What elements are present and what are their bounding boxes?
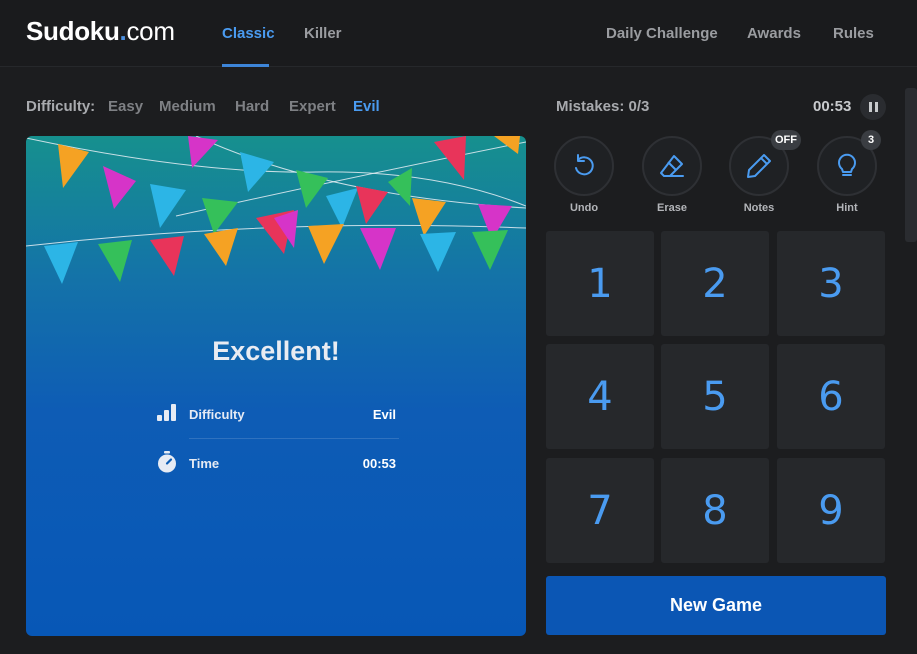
- notes-label: Notes: [743, 202, 775, 214]
- numpad-key-5[interactable]: 5: [661, 344, 769, 449]
- numpad-key-3[interactable]: 3: [777, 231, 885, 336]
- stat-time-label: Time: [189, 456, 220, 471]
- difficulty-evil[interactable]: Evil: [353, 98, 380, 115]
- difficulty-medium[interactable]: Medium: [159, 98, 216, 115]
- new-game-button[interactable]: New Game: [546, 576, 886, 635]
- nav-rules[interactable]: Rules: [833, 25, 874, 42]
- difficulty-expert[interactable]: Expert: [289, 98, 336, 115]
- notes-button[interactable]: OFF Notes: [729, 130, 801, 214]
- stat-time: Time 00:53: [156, 449, 396, 479]
- numpad-key-7[interactable]: 7: [546, 458, 654, 563]
- pause-icon: [867, 102, 879, 112]
- hint-label: Hint: [836, 202, 858, 214]
- stat-time-value: 00:53: [362, 456, 396, 471]
- logo-text: Sudoku: [26, 16, 120, 46]
- numpad-key-4[interactable]: 4: [546, 344, 654, 449]
- mistakes-counter: Mistakes: 0/3: [556, 98, 650, 115]
- stat-difficulty-value: Evil: [372, 407, 396, 422]
- undo-label: Undo: [569, 202, 599, 214]
- eraser-icon: [660, 155, 684, 177]
- erase-circle[interactable]: [642, 136, 702, 196]
- bunting-decoration: [26, 136, 526, 284]
- pencil-icon: [747, 154, 771, 178]
- game-timer: 00:53: [813, 98, 852, 115]
- numpad-key-1[interactable]: 1: [546, 231, 654, 336]
- numpad-key-9[interactable]: 9: [777, 458, 885, 563]
- stat-divider: [189, 438, 399, 439]
- lightbulb-icon: [838, 153, 856, 176]
- numpad-key-8[interactable]: 8: [661, 458, 769, 563]
- difficulty-label: Difficulty:: [26, 98, 96, 115]
- hint-badge: 3: [861, 130, 881, 150]
- scrollbar-thumb[interactable]: [905, 88, 917, 242]
- signal-bars-icon: [156, 402, 178, 427]
- tab-killer[interactable]: Killer: [304, 25, 342, 42]
- difficulty-hard[interactable]: Hard: [235, 98, 269, 115]
- erase-label: Erase: [657, 202, 687, 214]
- nav-awards[interactable]: Awards: [747, 25, 801, 42]
- undo-button[interactable]: Undo: [554, 136, 614, 214]
- pause-button[interactable]: [860, 94, 886, 120]
- stopwatch-icon: [156, 451, 178, 478]
- hint-button[interactable]: 3 Hint: [817, 130, 881, 214]
- undo-icon: [575, 154, 594, 176]
- nav-daily-challenge[interactable]: Daily Challenge: [606, 25, 718, 42]
- site-logo[interactable]: Sudoku.com: [26, 16, 175, 47]
- numpad-key-2[interactable]: 2: [661, 231, 769, 336]
- numpad-key-6[interactable]: 6: [777, 344, 885, 449]
- active-tab-underline: [222, 64, 269, 67]
- win-panel: Excellent! Difficulty Evil Time 00:53: [26, 136, 526, 636]
- stat-difficulty-label: Difficulty: [189, 407, 245, 422]
- undo-circle[interactable]: [554, 136, 614, 196]
- logo-tld: com: [126, 16, 175, 46]
- difficulty-easy[interactable]: Easy: [108, 98, 143, 115]
- win-title: Excellent!: [212, 336, 340, 366]
- erase-button[interactable]: Erase: [642, 136, 702, 214]
- tab-classic[interactable]: Classic: [222, 25, 275, 42]
- top-header: Sudoku.com Classic Killer Daily Challeng…: [0, 0, 917, 67]
- notes-badge: OFF: [771, 130, 801, 150]
- stat-difficulty: Difficulty Evil: [156, 400, 396, 430]
